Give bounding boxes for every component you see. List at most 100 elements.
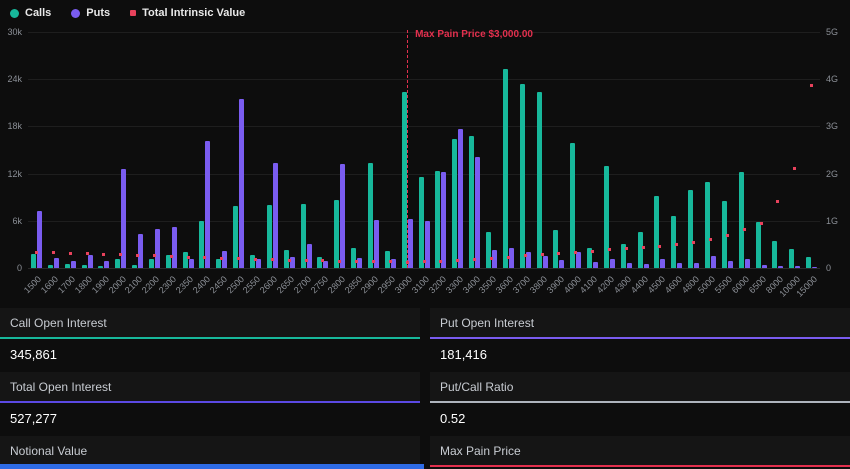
calls-bar bbox=[31, 254, 36, 268]
intrinsic-value-dot bbox=[541, 253, 544, 256]
intrinsic-value-dot bbox=[237, 257, 240, 260]
legend-item-intrinsic[interactable]: Total Intrinsic Value bbox=[130, 7, 245, 19]
calls-bar bbox=[48, 265, 53, 268]
intrinsic-value-dot bbox=[321, 259, 324, 262]
puts-legend-dot-icon bbox=[71, 9, 80, 18]
intrinsic-value-dot bbox=[102, 253, 105, 256]
x-axis-label-text: 3600 bbox=[494, 274, 515, 295]
intrinsic-value-dot bbox=[220, 257, 223, 260]
puts-bar bbox=[88, 255, 93, 268]
intrinsic-legend-square-icon bbox=[130, 10, 136, 16]
calls-bar bbox=[385, 251, 390, 268]
x-axis-label-text: 3200 bbox=[427, 274, 448, 295]
options-oi-chart[interactable]: Calls Puts Total Intrinsic Value 006k1G1… bbox=[0, 0, 850, 300]
stat-label-total-open-interest: Total Open Interest bbox=[10, 380, 111, 394]
calls-bar bbox=[469, 136, 474, 268]
x-axis-label-text: 1500 bbox=[22, 274, 43, 295]
intrinsic-value-dot bbox=[187, 256, 190, 259]
intrinsic-value-dot bbox=[591, 250, 594, 253]
x-axis-label-text: 2800 bbox=[326, 274, 347, 295]
intrinsic-value-dot bbox=[557, 252, 560, 255]
puts-bar bbox=[576, 252, 581, 269]
gridline bbox=[28, 174, 820, 175]
legend-item-calls[interactable]: Calls bbox=[10, 7, 51, 19]
chart-legend: Calls Puts Total Intrinsic Value bbox=[10, 7, 245, 19]
calls-bar bbox=[435, 171, 440, 268]
stat-cell-max-pain-price: Max Pain Price$3,000.00 bbox=[430, 436, 850, 469]
x-axis-label-text: 1700 bbox=[56, 274, 77, 295]
x-axis-label-text: 1800 bbox=[73, 274, 94, 295]
x-axis-label-text: 2600 bbox=[258, 274, 279, 295]
stats-grid: Call Open Interest 345,861 Put Open Intere… bbox=[0, 300, 850, 469]
calls-bar bbox=[82, 265, 87, 268]
intrinsic-value-dot bbox=[355, 260, 358, 263]
x-axis-label-text: 2100 bbox=[123, 274, 144, 295]
calls-bar bbox=[149, 259, 154, 268]
calls-bar bbox=[705, 182, 710, 268]
x-axis-label-text: 3300 bbox=[444, 274, 465, 295]
intrinsic-value-dot bbox=[86, 252, 89, 255]
stat-label-notional-value: Notional Value bbox=[10, 444, 87, 458]
intrinsic-value-dot bbox=[288, 259, 291, 262]
max-pain-annotation: Max Pain Price $3,000.00 bbox=[415, 29, 533, 40]
stat-cell-put-open-interest: Put Open Interest181,416 bbox=[430, 308, 850, 371]
legend-item-puts[interactable]: Puts bbox=[71, 7, 110, 19]
gridline bbox=[28, 79, 820, 80]
puts-bar bbox=[205, 141, 210, 268]
intrinsic-value-dot bbox=[170, 255, 173, 258]
intrinsic-value-dot bbox=[625, 247, 628, 250]
intrinsic-value-dot bbox=[136, 254, 139, 257]
x-axis-label-text: 3500 bbox=[477, 274, 498, 295]
puts-bar bbox=[711, 256, 716, 268]
intrinsic-value-dot bbox=[423, 260, 426, 263]
puts-bar bbox=[475, 157, 480, 268]
stat-label-row: Max Pain Price bbox=[430, 436, 850, 465]
calls-bar bbox=[806, 257, 811, 268]
puts-bar bbox=[256, 259, 261, 268]
puts-bar bbox=[728, 261, 733, 268]
calls-bar bbox=[654, 196, 659, 268]
y-axis-right-tick: 1G bbox=[826, 216, 838, 226]
x-axis-label-text: 2450 bbox=[208, 274, 229, 295]
stat-label-row: Total Open Interest bbox=[0, 372, 420, 401]
stat-value-put-call-ratio: 0.52 bbox=[430, 403, 850, 435]
x-axis-label-text: 4400 bbox=[629, 274, 650, 295]
x-axis-label-text: 2200 bbox=[140, 274, 161, 295]
calls-bar bbox=[772, 241, 777, 268]
intrinsic-value-dot bbox=[776, 200, 779, 203]
calls-bar bbox=[419, 177, 424, 268]
puts-bar bbox=[104, 261, 109, 268]
stat-value-total-open-interest: 527,277 bbox=[0, 403, 420, 435]
calls-bar bbox=[183, 252, 188, 269]
intrinsic-value-dot bbox=[608, 248, 611, 251]
calls-bar bbox=[115, 259, 120, 268]
puts-bar bbox=[273, 163, 278, 268]
calls-bar bbox=[216, 259, 221, 268]
x-axis-label-text: 2300 bbox=[157, 274, 178, 295]
stat-label-call-open-interest: Call Open Interest bbox=[10, 316, 107, 330]
intrinsic-value-dot bbox=[793, 167, 796, 170]
puts-bar bbox=[239, 99, 244, 268]
stat-label-row: Notional Value bbox=[0, 436, 420, 465]
x-axis-label-text: 2650 bbox=[275, 274, 296, 295]
x-axis-label-text: 2700 bbox=[292, 274, 313, 295]
x-axis-label-text: 4300 bbox=[612, 274, 633, 295]
legend-label-calls: Calls bbox=[25, 7, 51, 19]
calls-bar bbox=[132, 265, 137, 268]
intrinsic-value-dot bbox=[574, 251, 577, 254]
x-axis-label-text: 5500 bbox=[713, 274, 734, 295]
x-axis-label-text: 2950 bbox=[376, 274, 397, 295]
intrinsic-value-dot bbox=[119, 253, 122, 256]
max-pain-line bbox=[407, 30, 408, 268]
calls-bar bbox=[452, 139, 457, 268]
stat-cell-put-call-ratio: Put/Call Ratio0.52 bbox=[430, 372, 850, 435]
puts-bar bbox=[660, 259, 665, 268]
puts-bar bbox=[559, 260, 564, 268]
stat-value-call-open-interest: 345,861 bbox=[0, 339, 420, 371]
puts-bar bbox=[155, 229, 160, 268]
calls-bar bbox=[334, 200, 339, 268]
puts-bar bbox=[138, 234, 143, 268]
x-axis-label-text: 1900 bbox=[90, 274, 111, 295]
intrinsic-value-dot bbox=[507, 256, 510, 259]
stat-label-row: Call Open Interest bbox=[0, 308, 420, 337]
